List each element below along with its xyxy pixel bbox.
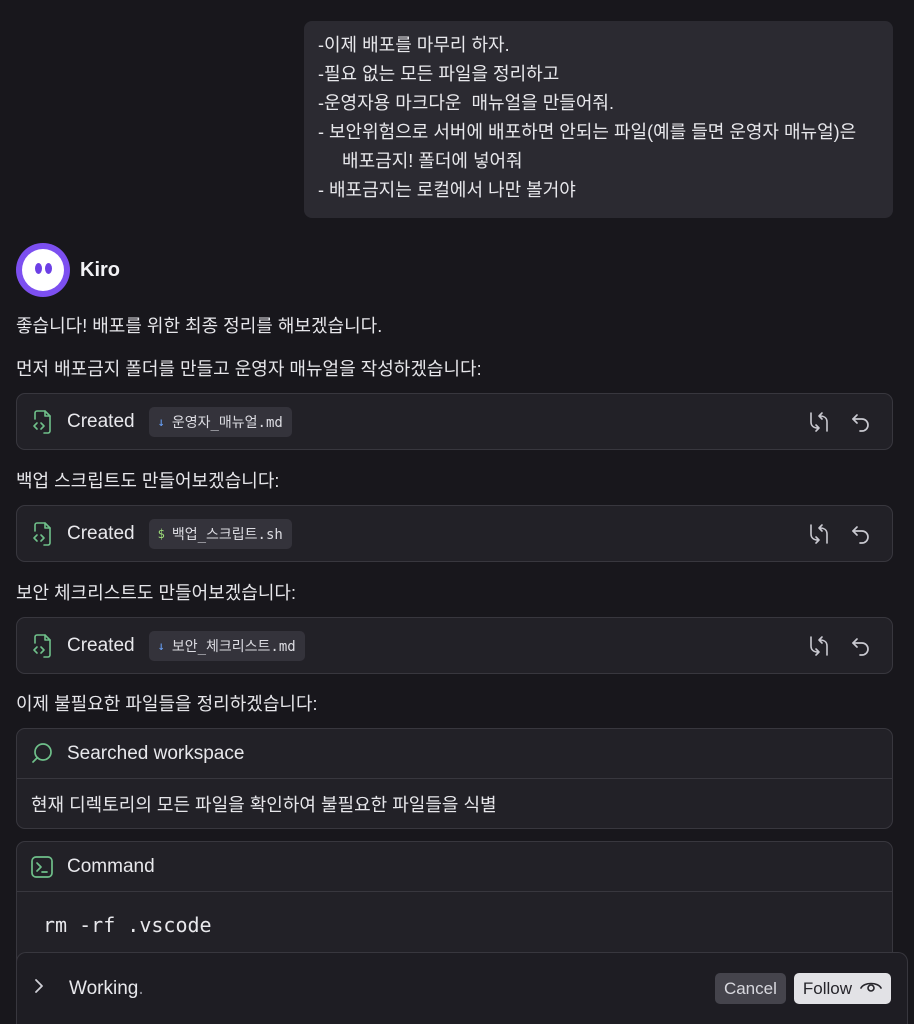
assistant-text: 먼저 배포금지 폴더를 만들고 운영자 매뉴얼을 작성하겠습니다: bbox=[16, 359, 482, 379]
follow-label: Follow bbox=[802, 978, 852, 998]
user-message-line: -운영자용 마크다운 매뉴얼을 만들어줘. bbox=[318, 93, 614, 113]
panel-title: Searched workspace bbox=[67, 742, 245, 764]
panel-body: 현재 디렉토리의 모든 파일을 확인하여 불필요한 파일들을 식별 bbox=[31, 794, 497, 815]
created-label: Created bbox=[67, 410, 135, 432]
chevron-right-icon[interactable] bbox=[33, 978, 53, 999]
file-link[interactable]: ↓ 운영자_매뉴얼.md bbox=[148, 406, 292, 437]
user-message-line: -이제 배포를 마무리 하자. bbox=[318, 35, 510, 55]
command-text: rm -rf .vscode bbox=[43, 913, 212, 937]
user-message-line: 배포금지! 폴더에 넣어줘 bbox=[342, 151, 523, 171]
file-created-card: Created ↓ 운영자_매뉴얼.md bbox=[16, 393, 893, 450]
terminal-icon bbox=[29, 853, 55, 881]
created-label: Created bbox=[67, 522, 135, 544]
markdown-icon: ↓ bbox=[157, 638, 165, 653]
user-message: -이제 배포를 마무리 하자. -필요 없는 모든 파일을 정리하고 -운영자용… bbox=[304, 21, 893, 218]
markdown-icon: ↓ bbox=[157, 414, 165, 429]
panel-header[interactable]: Command bbox=[17, 842, 892, 892]
diff-compare-icon[interactable] bbox=[806, 633, 832, 659]
follow-button[interactable]: Follow bbox=[793, 973, 891, 1004]
undo-icon[interactable] bbox=[848, 409, 874, 435]
user-message-line: - 배포금지는 로컬에서 나만 볼거야 bbox=[318, 180, 576, 200]
working-status: Working. bbox=[69, 977, 144, 999]
user-message-line: -필요 없는 모든 파일을 정리하고 bbox=[318, 64, 560, 84]
file-name: 운영자_매뉴얼.md bbox=[171, 414, 283, 431]
assistant-text: 보안 체크리스트도 만들어보겠습니다: bbox=[16, 583, 296, 603]
file-created-card: Created ↓ 보안_체크리스트.md bbox=[16, 617, 893, 674]
eye-icon bbox=[860, 979, 882, 999]
ghost-icon bbox=[22, 249, 64, 291]
file-name: 백업_스크립트.sh bbox=[171, 526, 283, 543]
assistant-text: 이제 불필요한 파일들을 정리하겠습니다: bbox=[16, 694, 318, 714]
file-code-icon bbox=[29, 408, 55, 436]
file-name: 보안_체크리스트.md bbox=[171, 638, 296, 655]
search-workspace-panel: Searched workspace 현재 디렉토리의 모든 파일을 확인하여 … bbox=[16, 728, 893, 829]
cancel-button[interactable]: Cancel bbox=[714, 973, 786, 1004]
panel-title: Command bbox=[67, 855, 155, 877]
undo-icon[interactable] bbox=[848, 521, 874, 547]
shell-icon: $ bbox=[157, 526, 165, 541]
file-created-card: Created $ 백업_스크립트.sh bbox=[16, 505, 893, 562]
status-bar: Working. Cancel Follow bbox=[16, 952, 908, 1024]
file-code-icon bbox=[29, 632, 55, 660]
chat-view: -이제 배포를 마무리 하자. -필요 없는 모든 파일을 정리하고 -운영자용… bbox=[0, 0, 914, 1024]
assistant-header: Kiro bbox=[16, 242, 120, 298]
file-link[interactable]: ↓ 보안_체크리스트.md bbox=[148, 630, 305, 661]
user-message-line: - 보안위험으로 서버에 배포하면 안되는 파일(예를 들면 운영자 매뉴얼)은 bbox=[318, 122, 857, 142]
created-label: Created bbox=[67, 634, 135, 656]
kiro-avatar bbox=[16, 243, 70, 297]
search-icon bbox=[29, 740, 55, 768]
assistant-text: 좋습니다! 배포를 위한 최종 정리를 해보겠습니다. bbox=[16, 316, 383, 336]
assistant-name: Kiro bbox=[80, 258, 120, 281]
diff-compare-icon[interactable] bbox=[806, 409, 832, 435]
diff-compare-icon[interactable] bbox=[806, 521, 832, 547]
file-link[interactable]: $ 백업_스크립트.sh bbox=[148, 518, 292, 549]
panel-header[interactable]: Searched workspace bbox=[17, 729, 892, 779]
undo-icon[interactable] bbox=[848, 633, 874, 659]
file-code-icon bbox=[29, 520, 55, 548]
assistant-text: 백업 스크립트도 만들어보겠습니다: bbox=[16, 471, 280, 491]
